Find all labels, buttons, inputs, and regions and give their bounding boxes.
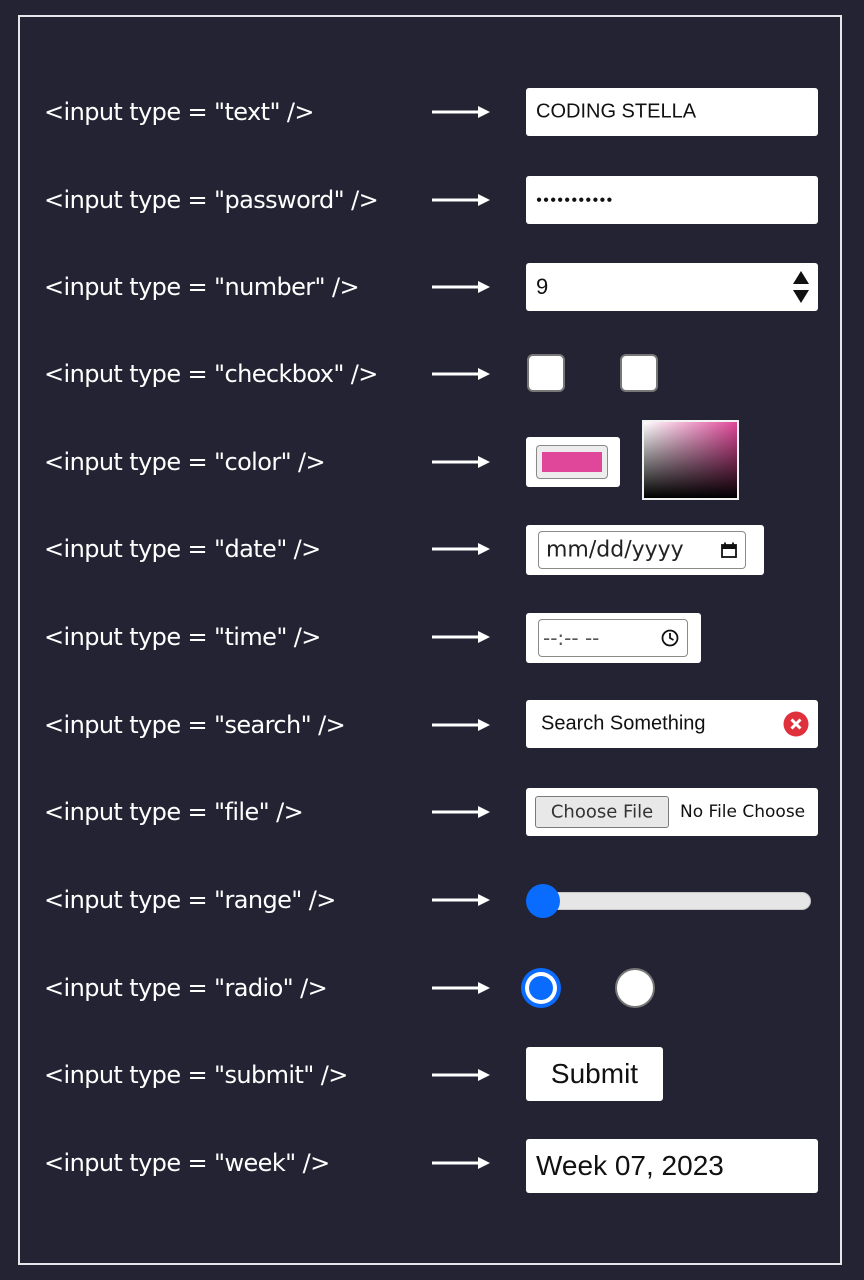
time-input[interactable]: --:-- -- bbox=[526, 613, 701, 663]
row-label: <input type = "radio" /> bbox=[44, 974, 328, 1002]
date-input[interactable]: mm/dd/yyyy bbox=[526, 525, 764, 575]
radio-dot bbox=[529, 976, 553, 1000]
row-date: <input type = "date" /> mm/dd/yyyy bbox=[0, 519, 864, 579]
arrow-right-icon bbox=[432, 281, 490, 293]
color-input[interactable] bbox=[526, 437, 620, 487]
clear-search-icon[interactable] bbox=[783, 711, 809, 737]
choose-file-button[interactable]: Choose File bbox=[535, 796, 669, 828]
search-input[interactable]: Search Something bbox=[526, 700, 818, 748]
calendar-icon[interactable] bbox=[721, 542, 737, 558]
arrow-right-icon bbox=[432, 806, 490, 818]
row-label: <input type = "file" /> bbox=[44, 798, 304, 826]
date-field[interactable]: mm/dd/yyyy bbox=[538, 531, 746, 569]
time-field[interactable]: --:-- -- bbox=[538, 619, 688, 657]
submit-button[interactable]: Submit bbox=[526, 1047, 663, 1101]
color-swatch bbox=[542, 452, 602, 472]
row-submit: <input type = "submit" /> Submit bbox=[0, 1045, 864, 1105]
arrow-right-icon bbox=[432, 543, 490, 555]
arrow-right-icon bbox=[432, 106, 490, 118]
file-status: No File Choose bbox=[680, 802, 806, 822]
arrow-right-icon bbox=[432, 1069, 490, 1081]
row-search: <input type = "search" /> Search Somethi… bbox=[0, 695, 864, 755]
row-number: <input type = "number" /> 9 bbox=[0, 257, 864, 317]
row-range: <input type = "range" /> bbox=[0, 870, 864, 930]
row-radio: <input type = "radio" /> bbox=[0, 958, 864, 1018]
row-label: <input type = "range" /> bbox=[44, 886, 336, 914]
row-label: <input type = "time" /> bbox=[44, 623, 321, 651]
row-week: <input type = "week" /> Week 07, 2023 bbox=[0, 1133, 864, 1193]
row-color: <input type = "color" /> bbox=[0, 420, 864, 500]
row-password: <input type = "password" /> ●●●●●●●●●●● bbox=[0, 170, 864, 230]
text-input[interactable]: CODING STELLA bbox=[526, 88, 818, 136]
color-swatch-frame bbox=[536, 445, 608, 479]
radio-2[interactable] bbox=[615, 968, 655, 1008]
row-label: <input type = "submit" /> bbox=[44, 1061, 348, 1089]
row-time: <input type = "time" /> --:-- -- bbox=[0, 607, 864, 667]
arrow-right-icon bbox=[432, 631, 490, 643]
row-label: <input type = "date" /> bbox=[44, 535, 321, 563]
range-thumb[interactable] bbox=[526, 884, 560, 918]
arrow-right-icon bbox=[432, 194, 490, 206]
checkbox-2[interactable] bbox=[620, 354, 658, 392]
row-label: <input type = "number" /> bbox=[44, 273, 360, 301]
arrow-right-icon bbox=[432, 719, 490, 731]
week-input[interactable]: Week 07, 2023 bbox=[526, 1139, 818, 1193]
clock-icon[interactable] bbox=[661, 629, 679, 647]
radio-1-selected[interactable] bbox=[521, 968, 561, 1008]
arrow-right-icon bbox=[432, 1157, 490, 1169]
row-label: <input type = "week" /> bbox=[44, 1149, 330, 1177]
range-track[interactable] bbox=[527, 892, 811, 910]
row-label: <input type = "password" /> bbox=[44, 186, 379, 214]
file-input: Choose File No File Choose bbox=[526, 788, 818, 836]
color-picker-gradient[interactable] bbox=[642, 420, 739, 500]
row-text: <input type = "text" /> CODING STELLA bbox=[0, 82, 864, 142]
arrow-right-icon bbox=[432, 456, 490, 468]
row-label: <input type = "color" /> bbox=[44, 448, 326, 476]
spinner-arrows-icon[interactable] bbox=[792, 269, 810, 305]
arrow-right-icon bbox=[432, 368, 490, 380]
arrow-right-icon bbox=[432, 982, 490, 994]
row-file: <input type = "file" /> Choose File No F… bbox=[0, 782, 864, 842]
password-input[interactable]: ●●●●●●●●●●● bbox=[526, 176, 818, 224]
arrow-right-icon bbox=[432, 894, 490, 906]
row-label: <input type = "search" /> bbox=[44, 711, 346, 739]
row-label: <input type = "checkbox" /> bbox=[44, 360, 378, 388]
row-label: <input type = "text" /> bbox=[44, 98, 315, 126]
number-input[interactable]: 9 bbox=[526, 263, 818, 311]
row-checkbox: <input type = "checkbox" /> bbox=[0, 344, 864, 404]
checkbox-1[interactable] bbox=[527, 354, 565, 392]
